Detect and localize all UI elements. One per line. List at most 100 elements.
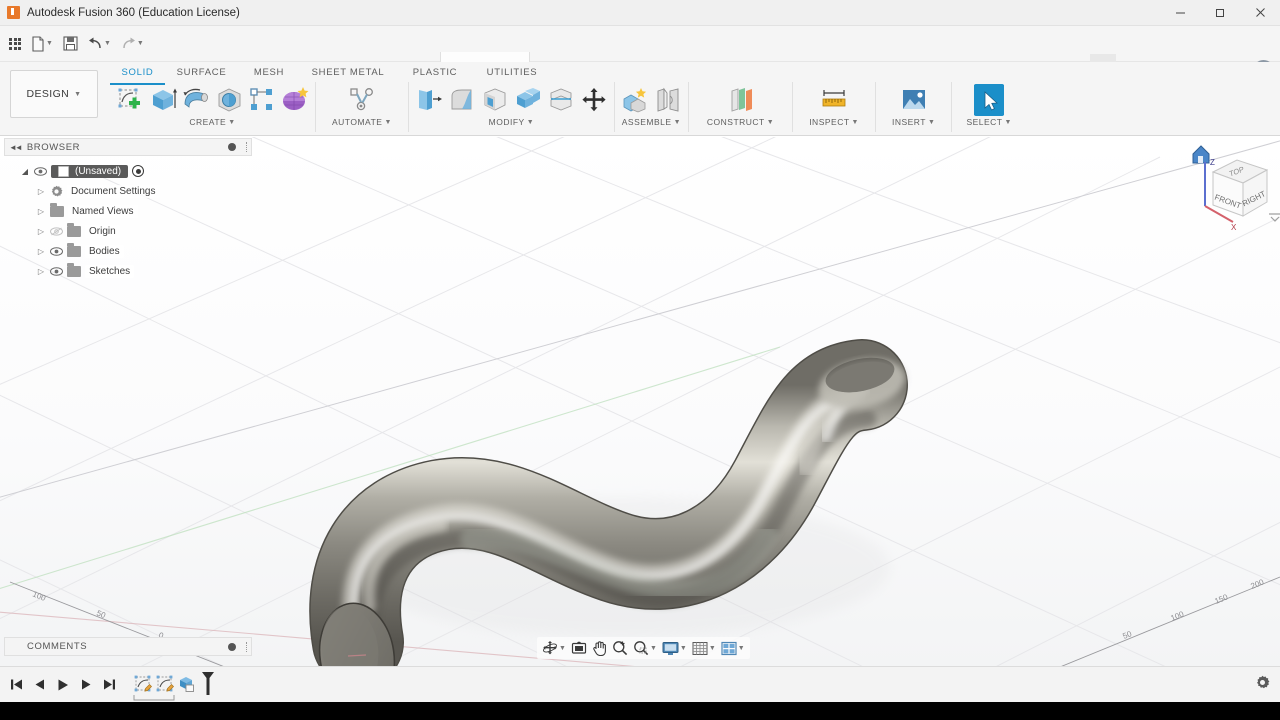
combine-tool[interactable] bbox=[513, 84, 543, 116]
minimize-button[interactable] bbox=[1160, 0, 1200, 26]
go-to-end-button[interactable] bbox=[103, 678, 116, 691]
display-settings[interactable]: ▼ bbox=[660, 639, 689, 658]
tree-item-document-settings[interactable]: ▷ Document Settings bbox=[4, 181, 252, 201]
new-component-tool[interactable] bbox=[620, 84, 650, 116]
panel-inspect: INSPECT ▼ bbox=[793, 82, 876, 132]
joint-tool[interactable] bbox=[653, 84, 683, 116]
extrude-tool[interactable] bbox=[148, 84, 178, 116]
timeline-feature-sketch-2[interactable] bbox=[154, 673, 176, 695]
tab-utilities[interactable]: UTILITIES bbox=[474, 67, 550, 83]
panel-create-label[interactable]: CREATE ▼ bbox=[189, 117, 235, 127]
visibility-eye-icon[interactable] bbox=[50, 246, 63, 256]
look-at-tool[interactable] bbox=[569, 639, 589, 657]
comments-options-icon[interactable] bbox=[228, 642, 236, 651]
viewports[interactable]: ▼ bbox=[719, 639, 747, 658]
step-forward-button[interactable] bbox=[80, 678, 93, 691]
tab-solid[interactable]: SOLID bbox=[110, 67, 165, 85]
tree-item-root[interactable]: ◢ (Unsaved) bbox=[4, 161, 252, 181]
expand-arrow-icon[interactable]: ▷ bbox=[36, 267, 46, 276]
construction-plane-tool[interactable] bbox=[726, 84, 756, 116]
svg-text:150: 150 bbox=[1213, 592, 1229, 606]
step-back-button[interactable] bbox=[33, 678, 46, 691]
workspace-switcher-button[interactable]: DESIGN ▼ bbox=[10, 70, 98, 118]
expand-arrow-icon[interactable]: ▷ bbox=[36, 227, 46, 236]
timeline-settings-button[interactable] bbox=[1255, 675, 1270, 695]
pan-tool[interactable] bbox=[590, 638, 609, 658]
create-sketch-tool[interactable] bbox=[115, 84, 145, 116]
save-button[interactable] bbox=[59, 33, 82, 54]
hole-tool[interactable] bbox=[214, 84, 244, 116]
orbit-tool[interactable]: ▼ bbox=[540, 638, 568, 658]
timeline-marker[interactable] bbox=[200, 671, 216, 697]
pattern-tool[interactable] bbox=[247, 84, 277, 116]
expand-arrow-icon[interactable]: ▷ bbox=[36, 207, 46, 216]
timeline-feature-sweep[interactable] bbox=[176, 673, 198, 695]
press-pull-tool[interactable] bbox=[414, 84, 444, 116]
zoom-tool[interactable] bbox=[610, 638, 630, 658]
comments-resize-grip[interactable] bbox=[246, 641, 247, 652]
panel-automate-label[interactable]: AUTOMATE ▼ bbox=[332, 117, 392, 127]
tab-mesh[interactable]: MESH bbox=[238, 67, 300, 83]
revolve-tool[interactable] bbox=[181, 84, 211, 116]
panel-inspect-label[interactable]: INSPECT ▼ bbox=[809, 117, 859, 127]
viewport-layout-icon bbox=[721, 641, 737, 655]
form-tool[interactable] bbox=[280, 84, 310, 116]
tab-surface[interactable]: SURFACE bbox=[165, 67, 238, 83]
browser-options-icon[interactable] bbox=[228, 143, 236, 151]
redo-icon bbox=[123, 37, 135, 48]
activate-component-radio[interactable] bbox=[132, 165, 145, 177]
panel-assemble-label[interactable]: ASSEMBLE ▼ bbox=[622, 117, 681, 127]
insert-canvas-tool[interactable] bbox=[899, 84, 929, 116]
tree-item-origin[interactable]: ▷ Origin bbox=[4, 221, 252, 241]
view-cube[interactable]: Z X TOP FRONT RIGHT bbox=[1185, 138, 1280, 233]
measure-tool[interactable] bbox=[819, 84, 849, 116]
split-face-tool[interactable] bbox=[546, 84, 576, 116]
fillet-tool[interactable] bbox=[447, 84, 477, 116]
tree-item-label: Bodies bbox=[85, 244, 124, 258]
restore-button[interactable] bbox=[1200, 0, 1240, 26]
root-node-chip[interactable]: (Unsaved) bbox=[51, 164, 129, 178]
chevron-down-icon: ▼ bbox=[766, 118, 775, 126]
select-tool[interactable] bbox=[974, 84, 1005, 116]
visibility-eye-off-icon[interactable] bbox=[50, 226, 63, 236]
automate-tool[interactable] bbox=[347, 84, 377, 116]
expand-arrow-icon[interactable]: ◢ bbox=[20, 167, 30, 176]
ribbon: DESIGN ▼ SOLID SURFACE MESH SHEET METAL … bbox=[0, 62, 1280, 136]
panel-select-label[interactable]: SELECT ▼ bbox=[966, 117, 1012, 127]
undo-button[interactable]: ▼ bbox=[84, 34, 115, 54]
folder-icon bbox=[67, 222, 81, 237]
expand-arrow-icon[interactable]: ▷ bbox=[36, 247, 46, 256]
browser-resize-grip[interactable] bbox=[246, 142, 247, 152]
tree-item-named-views[interactable]: ▷ Named Views bbox=[4, 201, 252, 221]
panel-modify-label[interactable]: MODIFY ▼ bbox=[489, 117, 535, 127]
new-document-button[interactable]: ▼ bbox=[27, 33, 57, 55]
quick-access-toolbar: ▼ ▼ ▼ bbox=[0, 26, 1280, 88]
close-button[interactable] bbox=[1240, 0, 1280, 26]
fit-tool[interactable]: ▼ bbox=[631, 638, 659, 658]
move-copy-tool[interactable] bbox=[579, 84, 609, 116]
redo-button[interactable]: ▼ bbox=[117, 34, 148, 54]
go-to-beginning-button[interactable] bbox=[10, 678, 23, 691]
app-grid-button[interactable] bbox=[5, 35, 25, 53]
visibility-eye-icon[interactable] bbox=[50, 266, 63, 276]
pan-hand-icon bbox=[593, 641, 606, 656]
timeline-feature-sketch-1[interactable] bbox=[132, 673, 154, 695]
shell-tool[interactable] bbox=[480, 84, 510, 116]
grid-icon bbox=[9, 37, 21, 50]
panel-insert-label[interactable]: INSERT ▼ bbox=[892, 117, 935, 127]
tree-item-sketches[interactable]: ▷ Sketches bbox=[4, 261, 252, 281]
grid-snaps[interactable]: ▼ bbox=[690, 639, 718, 658]
tab-sheet-metal[interactable]: SHEET METAL bbox=[300, 67, 396, 83]
collapse-panel-icon[interactable]: ◄◄ bbox=[9, 143, 23, 152]
tab-sheet-metal-label: SHEET METAL bbox=[311, 67, 385, 78]
visibility-eye-icon[interactable] bbox=[34, 166, 47, 176]
tree-item-bodies[interactable]: ▷ Bodies bbox=[4, 241, 252, 261]
play-button[interactable] bbox=[56, 678, 70, 692]
panel-construct-label[interactable]: CONSTRUCT ▼ bbox=[707, 117, 774, 127]
expand-arrow-icon[interactable]: ▷ bbox=[36, 187, 46, 196]
ruler-right: 50 100 150 200 bbox=[1061, 576, 1280, 666]
folder-icon bbox=[67, 262, 81, 277]
browser-header[interactable]: ◄◄ BROWSER bbox=[4, 138, 252, 156]
tab-plastic[interactable]: PLASTIC bbox=[396, 67, 474, 83]
comments-panel-header[interactable]: COMMENTS bbox=[4, 637, 252, 656]
